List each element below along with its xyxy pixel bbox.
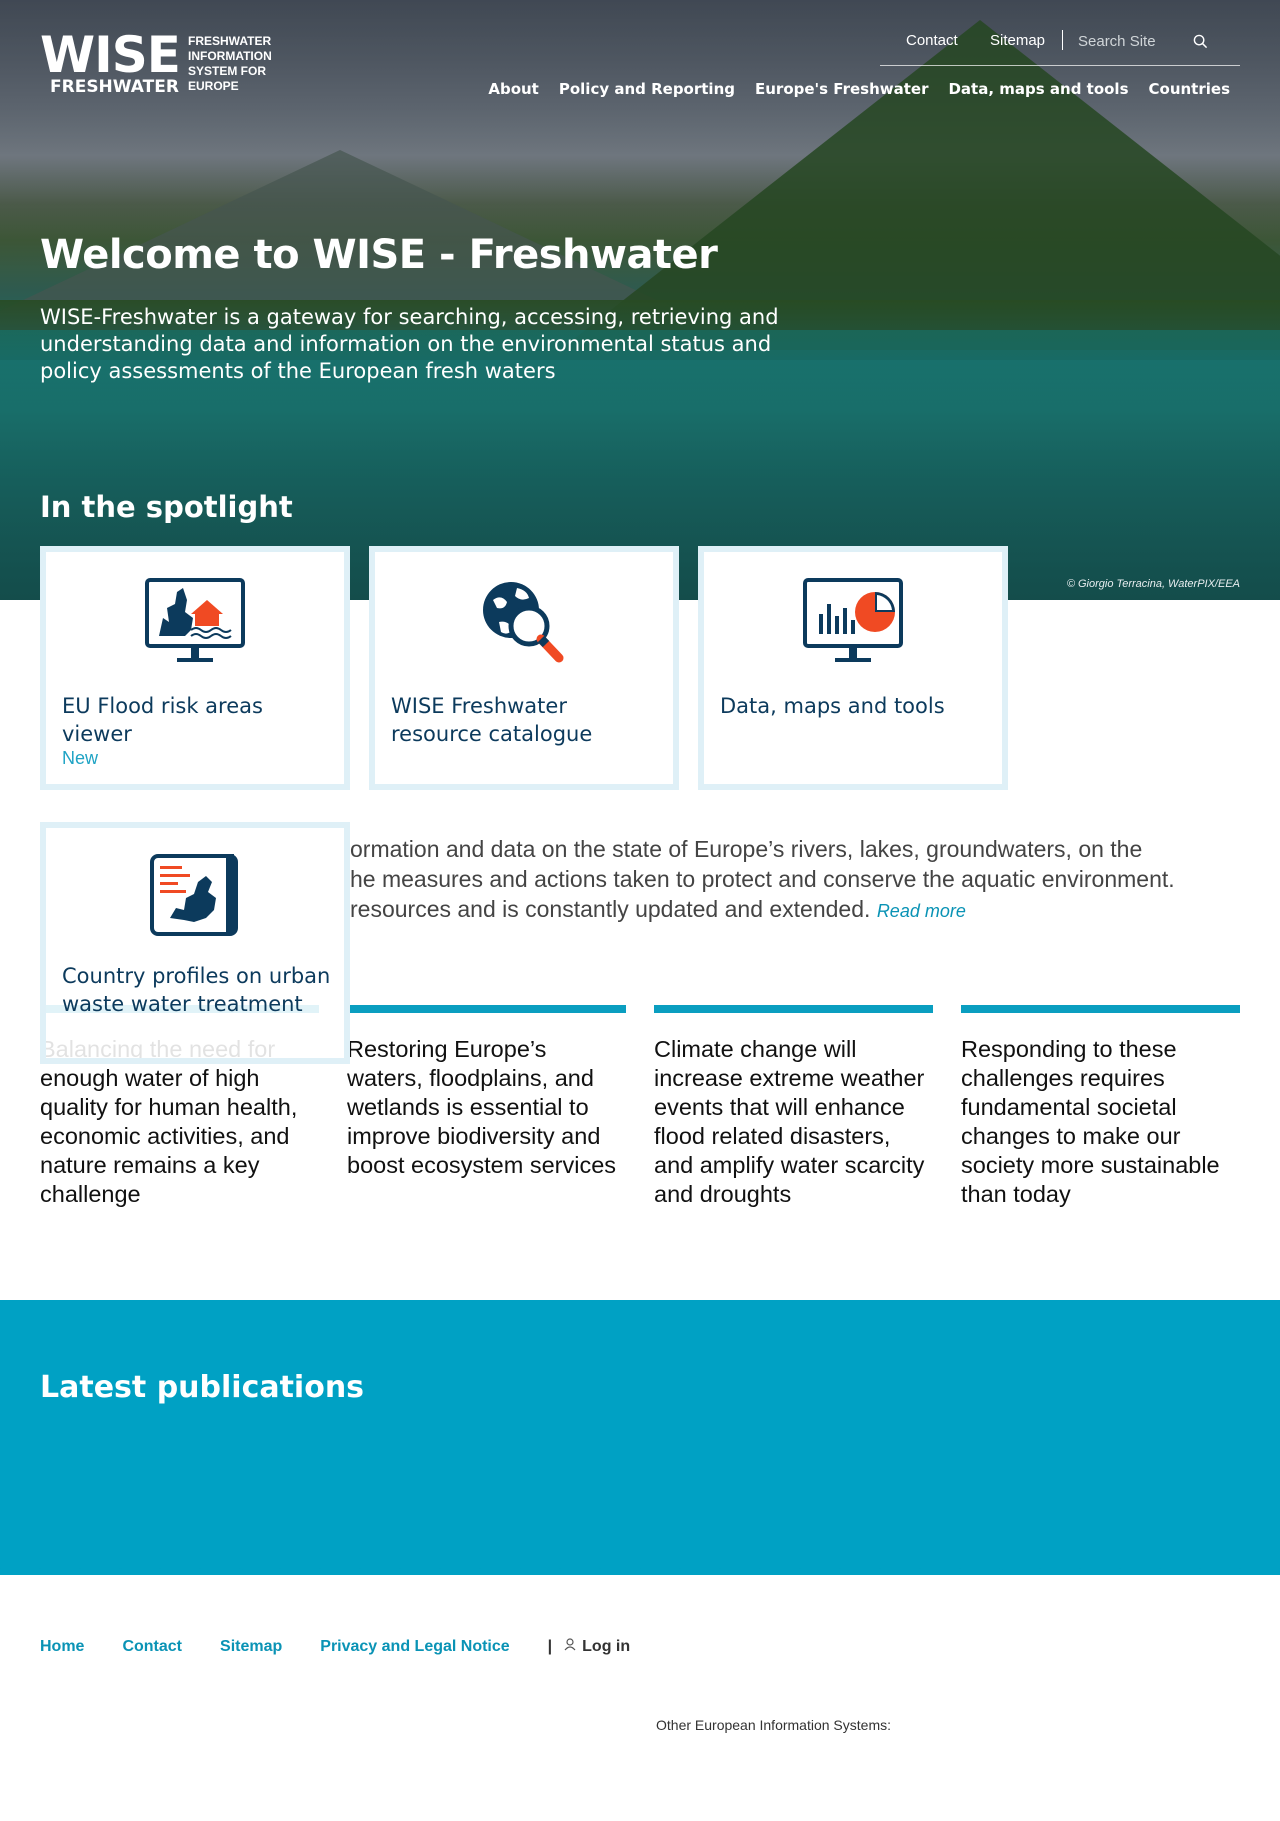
logo-wise: WISE (40, 26, 181, 84)
hero-description: WISE-Freshwater is a gateway for searchi… (40, 305, 779, 383)
latest-publications-section: Latest publications (0, 1300, 1280, 1575)
card-resource-catalogue[interactable]: WISE Freshwater resource catalogue (369, 546, 679, 790)
card-label: Data, maps and tools (720, 694, 945, 718)
login-label: Log in (582, 1638, 631, 1655)
intro-text: ormation and data on the state of Europe… (350, 834, 1250, 926)
card-data-maps-tools[interactable]: Data, maps and tools (698, 546, 1008, 790)
latest-publications-title: Latest publications (40, 1370, 365, 1405)
challenge-item-3: Climate change will increase extreme wea… (654, 1005, 933, 1209)
challenge-item-2: Restoring Europe’s waters, floodplains, … (347, 1005, 626, 1180)
topnav-separator (1062, 30, 1063, 50)
logo-freshwater: FRESHWATER (50, 77, 179, 97)
logo-tagline: FRESHWATER INFORMATION SYSTEM FOR EUROPE (188, 34, 272, 93)
card-label: Country profiles on urban waste water tr… (62, 964, 331, 1016)
login-link[interactable]: Log in (564, 1638, 630, 1656)
top-utility-nav: Contact Sitemap (880, 30, 1240, 66)
nav-europes-freshwater[interactable]: Europe's Freshwater (755, 80, 928, 98)
challenge-item-4: Responding to these challenges requires … (961, 1005, 1240, 1209)
card-label: WISE Freshwater resource catalogue (391, 694, 593, 746)
wave-divider (0, 1560, 1280, 1575)
card-country-profiles[interactable]: Country profiles on urban waste water tr… (40, 822, 350, 1064)
photo-credit: © Giorgio Terracina, WaterPIX/EEA (1066, 578, 1240, 590)
chart-monitor-icon (704, 578, 1002, 668)
footer-contact-link[interactable]: Contact (122, 1638, 182, 1656)
hero-title: Welcome to WISE - Freshwater (40, 232, 718, 278)
europe-map-icon (46, 852, 344, 942)
globe-search-icon (375, 578, 673, 668)
main-nav: About Policy and Reporting Europe's Fres… (488, 80, 1230, 98)
nav-data-maps-tools[interactable]: Data, maps and tools (948, 80, 1128, 98)
new-badge: New (62, 748, 99, 768)
user-icon (564, 1638, 576, 1656)
footer-nav: Home Contact Sitemap Privacy and Legal N… (40, 1638, 630, 1656)
site-logo[interactable]: WISE FRESHWATER FRESHWATER INFORMATION S… (40, 26, 272, 97)
footer-sitemap-link[interactable]: Sitemap (220, 1638, 282, 1656)
intro-line-1: ormation and data on the state of Europe… (350, 836, 1143, 862)
footer-home-link[interactable]: Home (40, 1638, 84, 1656)
nav-policy-and-reporting[interactable]: Policy and Reporting (559, 80, 735, 98)
card-flood-risk-viewer[interactable]: EU Flood risk areas viewer New (40, 546, 350, 790)
flood-map-monitor-icon (46, 578, 344, 668)
search-icon[interactable] (1193, 34, 1208, 54)
footer-privacy-link[interactable]: Privacy and Legal Notice (320, 1638, 509, 1656)
sitemap-link[interactable]: Sitemap (990, 32, 1045, 49)
card-label: EU Flood risk areas viewer (62, 694, 263, 746)
footer-separator: | (547, 1638, 553, 1655)
nav-countries[interactable]: Countries (1149, 80, 1230, 98)
spotlight-title: In the spotlight (40, 490, 293, 524)
contact-link[interactable]: Contact (906, 32, 958, 49)
intro-line-2: he measures and actions taken to protect… (350, 866, 1175, 892)
nav-about[interactable]: About (488, 80, 539, 98)
read-more-link[interactable]: Read more (877, 901, 966, 921)
intro-line-3: resources and is constantly updated and … (350, 896, 871, 922)
other-eu-systems-label: Other European Information Systems: (656, 1717, 891, 1733)
